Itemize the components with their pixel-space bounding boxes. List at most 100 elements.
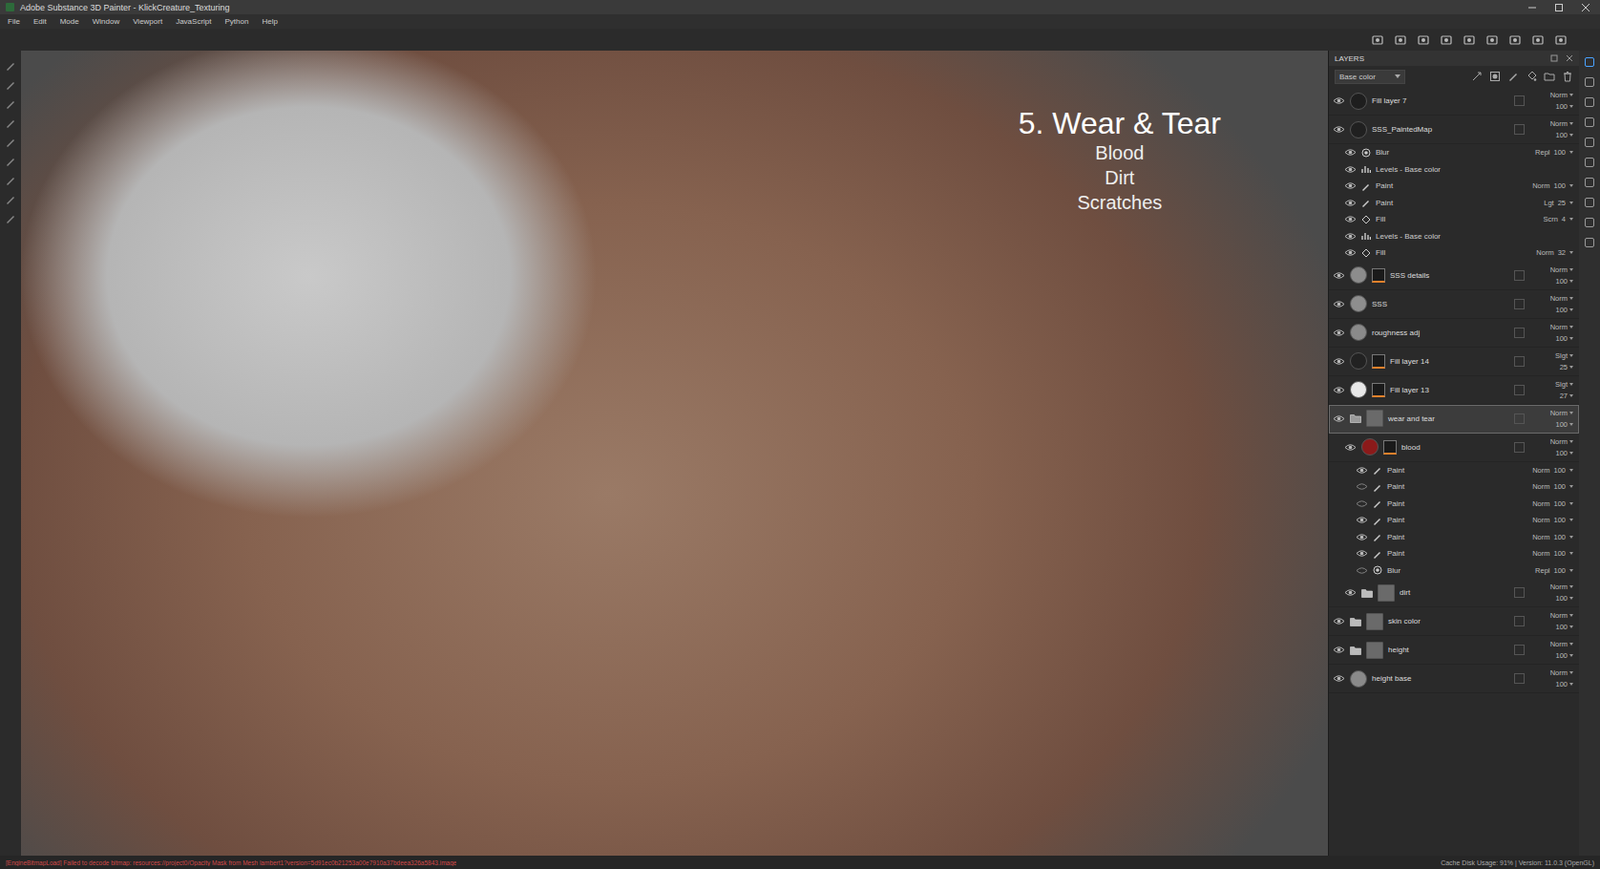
effect-row[interactable]: PaintNorm100 (1328, 545, 1579, 563)
close-icon[interactable] (1580, 2, 1591, 13)
effect-blend[interactable]: Norm32 (1536, 248, 1574, 257)
layer-row[interactable]: roughness adjNorm100 (1328, 318, 1579, 348)
effect-blend[interactable]: Repl100 (1535, 566, 1574, 575)
opacity-value[interactable]: 100 (1555, 334, 1574, 343)
add-mask-icon[interactable] (1489, 70, 1501, 83)
effect-blend[interactable]: Norm100 (1532, 482, 1574, 491)
info-icon[interactable] (1583, 216, 1596, 229)
opacity-value[interactable]: 100 (1555, 130, 1574, 140)
eye-icon[interactable] (1355, 532, 1369, 542)
menu-item[interactable]: Help (261, 17, 277, 26)
minimize-icon[interactable] (1527, 2, 1537, 13)
effect-row[interactable]: FillScrn4 (1328, 210, 1579, 229)
opacity-value[interactable]: 100 (1555, 420, 1574, 429)
opacity-value[interactable]: 100 (1553, 147, 1566, 157)
picker-tool-icon[interactable] (4, 174, 17, 187)
render-icon[interactable] (1554, 33, 1568, 47)
mask-thumbnail[interactable] (1371, 268, 1386, 283)
layer-option-box[interactable] (1514, 95, 1525, 106)
display-icon[interactable] (1583, 156, 1596, 169)
effect-row[interactable]: PaintNorm100 (1328, 495, 1579, 513)
layer-option-box[interactable] (1514, 442, 1525, 453)
folder-icon[interactable] (1349, 413, 1362, 423)
eye-icon[interactable] (1344, 165, 1357, 174)
clone-tool-icon[interactable] (4, 155, 17, 168)
opacity-value[interactable]: 100 (1553, 499, 1566, 508)
layer-option-box[interactable] (1514, 327, 1525, 338)
eye-icon[interactable] (1332, 299, 1346, 309)
layer-option-box[interactable] (1514, 356, 1525, 367)
shelf-icon[interactable] (1583, 96, 1596, 108)
opacity-value[interactable]: 4 (1561, 214, 1566, 224)
geometry-tool-icon[interactable] (4, 117, 17, 129)
eye-icon[interactable] (1332, 385, 1346, 395)
menu-item[interactable]: Mode (60, 17, 80, 26)
blend-mode[interactable]: Norm (1532, 532, 1550, 542)
eye-icon[interactable] (1344, 231, 1357, 241)
eye-icon[interactable] (1332, 328, 1346, 337)
effect-blend[interactable]: Norm100 (1532, 532, 1574, 542)
effect-row[interactable]: PaintNorm100 (1328, 177, 1579, 195)
opacity-value[interactable]: 100 (1553, 515, 1566, 525)
eye-icon[interactable] (1355, 548, 1369, 558)
blend-mode[interactable]: Norm (1550, 119, 1574, 128)
menu-item[interactable]: File (7, 17, 21, 26)
eye-icon[interactable] (1355, 465, 1369, 475)
menu-item[interactable]: Python (225, 17, 250, 26)
opacity-value[interactable]: 100 (1555, 651, 1574, 660)
layer-row[interactable]: SSS_PaintedMapNorm100 (1328, 115, 1579, 145)
blend-mode[interactable]: Norm (1536, 248, 1554, 257)
layer-row[interactable]: SSSNorm100 (1328, 290, 1579, 319)
eye-icon[interactable] (1332, 645, 1346, 654)
menu-item[interactable]: JavaScript (175, 17, 211, 26)
eye-icon[interactable] (1344, 248, 1357, 257)
opacity-value[interactable]: 100 (1553, 482, 1566, 491)
add-folder-icon[interactable] (1543, 70, 1556, 83)
blend-mode[interactable]: Slgt (1555, 351, 1574, 360)
effect-row[interactable]: PaintNorm100 (1328, 528, 1579, 547)
menu-item[interactable]: Window (92, 17, 120, 26)
blend-mode[interactable]: Norm (1532, 548, 1550, 558)
eye-icon[interactable] (1355, 482, 1369, 491)
layer-option-box[interactable] (1514, 673, 1525, 684)
layer-option-box[interactable] (1514, 615, 1525, 627)
layer-row[interactable]: wear and tearNorm100 (1328, 404, 1579, 434)
frame-icon[interactable] (1393, 33, 1408, 47)
effect-blend[interactable]: Norm100 (1532, 181, 1574, 190)
camera-a-icon[interactable] (1416, 33, 1431, 47)
layer-row[interactable]: Fill layer 13Slgt27 (1328, 376, 1579, 405)
opacity-value[interactable]: 100 (1555, 102, 1574, 111)
effect-row[interactable]: PaintNorm100 (1328, 462, 1579, 480)
eye-icon[interactable] (1355, 566, 1369, 575)
effect-row[interactable]: PaintNorm100 (1328, 478, 1579, 496)
blend-mode[interactable]: Norm (1550, 437, 1574, 446)
opacity-value[interactable]: 32 (1557, 248, 1566, 257)
blend-mode[interactable]: Repl (1535, 566, 1550, 575)
blend-mode[interactable]: Norm (1532, 181, 1550, 190)
effect-row[interactable]: Levels - Base color (1328, 161, 1579, 179)
layer-row[interactable]: bloodNorm100 (1328, 433, 1579, 463)
eye-icon[interactable] (1332, 96, 1346, 106)
opacity-value[interactable]: 100 (1555, 448, 1574, 458)
channel-dropdown[interactable]: Base color (1334, 69, 1406, 85)
add-fill-layer-icon[interactable] (1525, 70, 1537, 83)
eye-icon[interactable] (1344, 214, 1357, 224)
blend-mode[interactable]: Slgt (1555, 379, 1574, 389)
blend-mode[interactable]: Norm (1550, 294, 1574, 303)
blend-mode[interactable]: Norm (1550, 610, 1574, 620)
layer-row[interactable]: dirtNorm100 (1328, 578, 1579, 608)
eye-icon[interactable] (1355, 515, 1369, 525)
eye-icon[interactable] (1344, 147, 1357, 157)
blend-mode[interactable]: Norm (1550, 265, 1574, 274)
effect-row[interactable]: PaintNorm100 (1328, 511, 1579, 529)
props-icon[interactable] (1583, 76, 1596, 88)
eraser-tool-icon[interactable] (4, 79, 17, 91)
effect-row[interactable]: FillNorm32 (1328, 244, 1579, 262)
layer-option-box[interactable] (1514, 124, 1525, 135)
env-icon[interactable] (1462, 33, 1476, 47)
blend-mode[interactable]: Norm (1550, 639, 1574, 649)
layer-option-box[interactable] (1514, 270, 1525, 281)
eye-icon[interactable] (1355, 499, 1369, 508)
opacity-value[interactable]: 100 (1555, 305, 1574, 315)
opacity-value[interactable]: 25 (1559, 362, 1574, 372)
